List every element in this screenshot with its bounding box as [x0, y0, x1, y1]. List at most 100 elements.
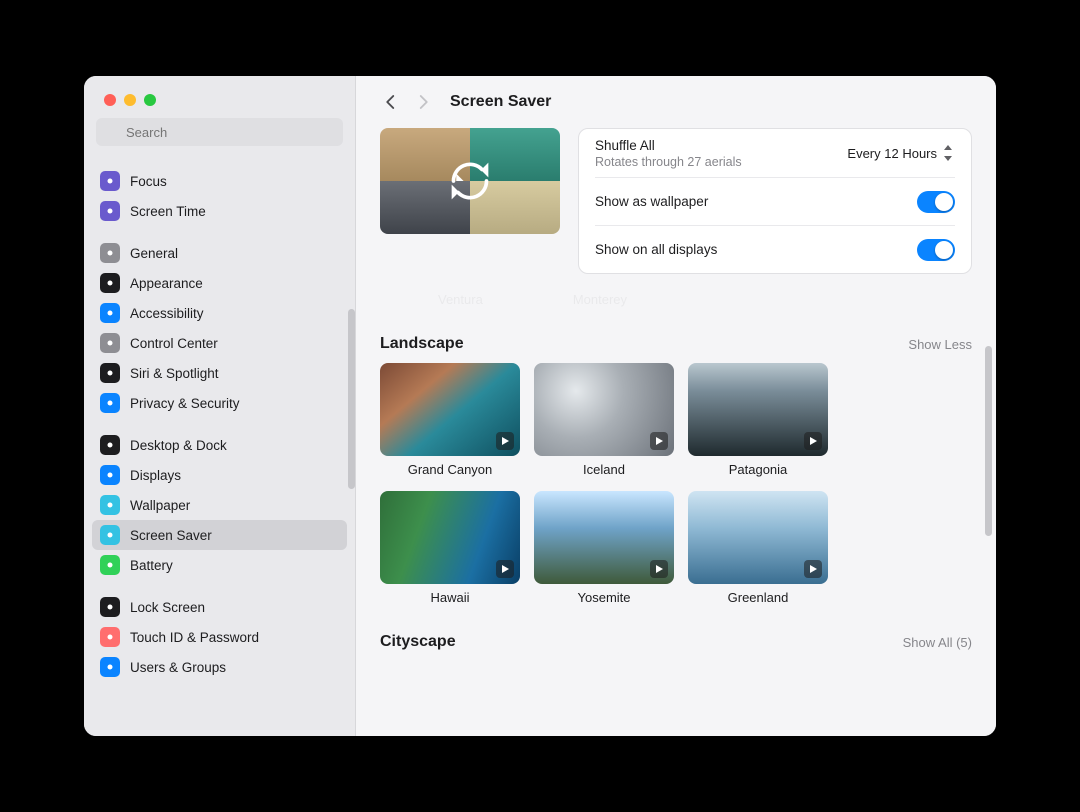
alldisplays-label: Show on all displays — [595, 242, 717, 257]
updown-icon — [941, 145, 955, 161]
sidebar-item-label: Privacy & Security — [130, 396, 240, 411]
section-head: Cityscape Show All (5) — [380, 633, 972, 651]
sliders-icon — [100, 333, 120, 353]
shuffle-row: Shuffle All Rotates through 27 aerials E… — [595, 129, 955, 177]
wallpaper-icon — [100, 495, 120, 515]
sidebar-item-displays[interactable]: Displays — [92, 460, 347, 490]
shuffle-all-label: Shuffle All — [595, 138, 742, 153]
sidebar-item-accessibility[interactable]: Accessibility — [92, 298, 347, 328]
sidebar-item-wallpaper[interactable]: Wallpaper — [92, 490, 347, 520]
sidebar-item-general[interactable]: General — [92, 238, 347, 268]
tile-caption: Grand Canyon — [380, 462, 520, 477]
page-title: Screen Saver — [450, 93, 551, 111]
section-action-button[interactable]: Show All (5) — [903, 635, 972, 650]
content-scroll: Ventura Monterey Landscape Show Less Grand… — [356, 292, 996, 736]
siri-icon — [100, 363, 120, 383]
wallpaper-row: Show as wallpaper — [595, 177, 955, 225]
sidebar-item-screen-time[interactable]: Screen Time — [92, 196, 347, 226]
sidebar-scrollbar[interactable] — [348, 309, 355, 489]
close-button[interactable] — [104, 94, 116, 106]
sidebar-item-privacy-security[interactable]: Privacy & Security — [92, 388, 347, 418]
header-zone: Shuffle All Rotates through 27 aerials E… — [356, 128, 996, 292]
system-settings-window: Focus Screen Time General Appearance Accessi… — [84, 76, 996, 736]
sidebar-item-desktop-dock[interactable]: Desktop & Dock — [92, 430, 347, 460]
sidebar-list: Focus Screen Time General Appearance Accessi… — [84, 154, 355, 736]
show-all-displays-toggle[interactable] — [917, 239, 955, 261]
dock-icon — [100, 435, 120, 455]
gear-icon — [100, 243, 120, 263]
screensaver-tile[interactable]: Greenland — [688, 491, 828, 605]
screensaver-tile[interactable]: Patagonia — [688, 363, 828, 477]
tile-caption: Iceland — [534, 462, 674, 477]
hand-icon — [100, 393, 120, 413]
shuffle-sub: Rotates through 27 aerials — [595, 155, 742, 169]
sidebar-item-label: General — [130, 246, 178, 261]
screensaver-tile[interactable]: Hawaii — [380, 491, 520, 605]
sidebar-item-label: Displays — [130, 468, 181, 483]
preview-thumbnail[interactable] — [380, 128, 560, 234]
sidebar-item-label: Screen Time — [130, 204, 206, 219]
play-icon — [496, 560, 514, 578]
show-as-wallpaper-toggle[interactable] — [917, 191, 955, 213]
sidebar-item-label: Desktop & Dock — [130, 438, 227, 453]
sidebar-item-label: Wallpaper — [130, 498, 190, 513]
play-icon — [804, 432, 822, 450]
sidebar-item-touch-id-password[interactable]: Touch ID & Password — [92, 622, 347, 652]
fullscreen-button[interactable] — [144, 94, 156, 106]
alldisplays-row: Show on all displays — [595, 225, 955, 273]
play-icon — [650, 432, 668, 450]
screensaver-tile[interactable]: Grand Canyon — [380, 363, 520, 477]
screensaver-tile[interactable]: Yosemite — [534, 491, 674, 605]
play-icon — [804, 560, 822, 578]
hourglass-icon — [100, 201, 120, 221]
settings-card: Shuffle All Rotates through 27 aerials E… — [578, 128, 972, 274]
sidebar-item-label: Touch ID & Password — [130, 630, 259, 645]
sidebar-item-label: Siri & Spotlight — [130, 366, 219, 381]
sidebar-item-lock-screen[interactable]: Lock Screen — [92, 592, 347, 622]
main-panel: Screen Saver Shuffle All Rotates through… — [356, 76, 996, 736]
displays-icon — [100, 465, 120, 485]
battery-icon — [100, 555, 120, 575]
users-icon — [100, 657, 120, 677]
shuffle-frequency-value: Every 12 Hours — [847, 146, 937, 161]
shuffle-icon — [448, 159, 492, 203]
sidebar-item-appearance[interactable]: Appearance — [92, 268, 347, 298]
window-controls — [84, 76, 355, 106]
sidebar-item-users-groups[interactable]: Users & Groups — [92, 652, 347, 682]
main-scrollbar[interactable] — [985, 346, 992, 536]
section-title: Landscape — [380, 335, 464, 353]
section-head: Landscape Show Less — [380, 335, 972, 353]
tile-thumbnail — [688, 491, 828, 584]
sidebar-item-battery[interactable]: Battery — [92, 550, 347, 580]
fingerprint-icon — [100, 627, 120, 647]
moon-icon — [100, 171, 120, 191]
sidebar-item-control-center[interactable]: Control Center — [92, 328, 347, 358]
sidebar-item-label: Screen Saver — [130, 528, 212, 543]
sidebar-item-label: Control Center — [130, 336, 218, 351]
shuffle-frequency-dropdown[interactable]: Every 12 Hours — [847, 145, 955, 161]
sidebar-item-label: Battery — [130, 558, 173, 573]
nav-back-button[interactable] — [380, 91, 402, 113]
tile-thumbnail — [380, 363, 520, 456]
topbar: Screen Saver — [356, 76, 996, 128]
tile-grid: Grand Canyon Iceland Patagonia HawaiiYosemi… — [380, 363, 972, 605]
sidebar-item-focus[interactable]: Focus — [92, 166, 347, 196]
section-title: Cityscape — [380, 633, 456, 651]
peek-row: Ventura Monterey — [380, 292, 972, 307]
play-icon — [650, 560, 668, 578]
minimize-button[interactable] — [124, 94, 136, 106]
search-input[interactable] — [96, 118, 343, 146]
screensaver-tile[interactable]: Iceland — [534, 363, 674, 477]
screensaver-icon — [100, 525, 120, 545]
play-icon — [496, 432, 514, 450]
section-action-button[interactable]: Show Less — [908, 337, 972, 352]
sidebar-item-label: Appearance — [130, 276, 203, 291]
sidebar-item-label: Lock Screen — [130, 600, 205, 615]
tile-caption: Greenland — [688, 590, 828, 605]
sidebar-item-screen-saver[interactable]: Screen Saver — [92, 520, 347, 550]
appearance-icon — [100, 273, 120, 293]
nav-forward-button[interactable] — [412, 91, 434, 113]
tile-thumbnail — [688, 363, 828, 456]
accessibility-icon — [100, 303, 120, 323]
sidebar-item-siri-spotlight[interactable]: Siri & Spotlight — [92, 358, 347, 388]
